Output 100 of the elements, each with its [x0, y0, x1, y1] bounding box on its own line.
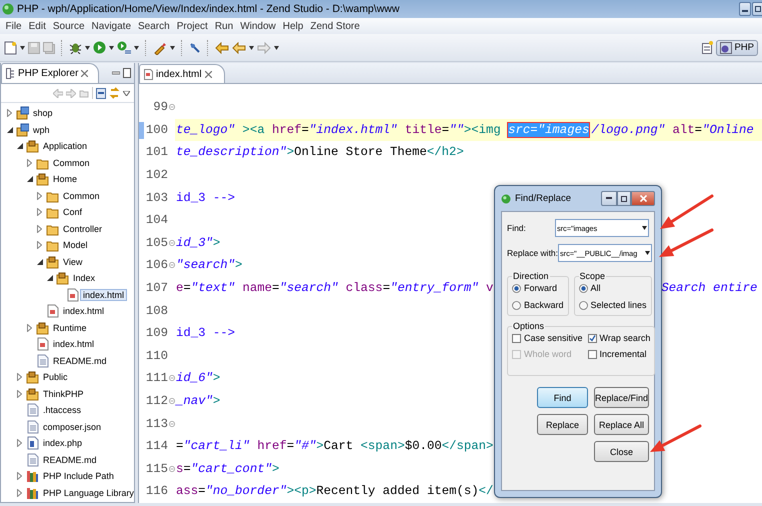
tree-item[interactable]: composer.json: [40, 420, 104, 433]
menu-item[interactable]: Source: [49, 20, 88, 32]
fold-icon[interactable]: [169, 420, 175, 427]
checkbox[interactable]: [588, 350, 597, 358]
menu-item[interactable]: Window: [236, 20, 280, 32]
fold-icon[interactable]: [169, 104, 175, 110]
collapsed-triangle-icon[interactable]: [37, 208, 42, 216]
tree-item[interactable]: Runtime: [50, 322, 90, 334]
minimize-button[interactable]: [601, 191, 617, 206]
radio-label[interactable]: All: [590, 283, 601, 293]
collapsed-triangle-icon[interactable]: [37, 241, 42, 250]
collapsed-triangle-icon[interactable]: [17, 472, 22, 480]
dropdown-caret-icon[interactable]: [109, 46, 114, 50]
radio-button[interactable]: [578, 284, 588, 292]
dialog-button[interactable]: Find: [537, 387, 588, 408]
tree-item[interactable]: .htaccess: [40, 404, 84, 416]
tree-item[interactable]: Model: [60, 239, 91, 252]
tree-item[interactable]: Common: [50, 156, 93, 169]
tree-item[interactable]: index.php: [40, 437, 86, 450]
dropdown-caret-icon[interactable]: [170, 46, 175, 50]
tree-item[interactable]: shop: [30, 107, 56, 120]
menu-item[interactable]: Search: [134, 20, 174, 32]
maximize-button[interactable]: [752, 2, 762, 16]
radio-button[interactable]: [512, 284, 521, 292]
dialog-button[interactable]: Replace/Find: [594, 387, 649, 408]
view-menu-icon[interactable]: [123, 90, 130, 96]
radio-label[interactable]: Forward: [524, 283, 558, 293]
tree-item[interactable]: Public: [40, 371, 71, 384]
dropdown-caret-icon[interactable]: [274, 46, 279, 50]
dropdown-caret-icon[interactable]: [134, 46, 139, 50]
dialog-button[interactable]: Replace: [537, 414, 588, 435]
tree-item[interactable]: Controller: [60, 222, 106, 235]
collapsed-triangle-icon[interactable]: [37, 192, 42, 200]
tree-item[interactable]: Index: [70, 272, 98, 284]
expanded-triangle-icon[interactable]: [37, 258, 43, 265]
new-file-icon[interactable]: [4, 40, 17, 54]
tree-item[interactable]: Home: [50, 173, 80, 186]
collapsed-triangle-icon[interactable]: [7, 109, 12, 118]
dropdown-caret-icon[interactable]: [249, 46, 254, 50]
tree-item[interactable]: PHP Include Path: [40, 470, 117, 482]
checkbox-label[interactable]: Case sensitive: [524, 333, 583, 343]
tree-item[interactable]: README.md: [40, 454, 100, 466]
checkbox[interactable]: [512, 334, 521, 342]
tree-item[interactable]: PHP Language Library: [40, 486, 134, 499]
maximize-button[interactable]: [617, 191, 631, 206]
menu-item[interactable]: File: [2, 20, 26, 32]
dialog-button[interactable]: Close: [594, 441, 649, 462]
collapsed-triangle-icon[interactable]: [27, 158, 32, 167]
tree-item[interactable]: Application: [40, 140, 90, 152]
tree-item[interactable]: index.html: [60, 305, 108, 318]
checkbox-label[interactable]: Incremental: [600, 349, 647, 359]
checkbox[interactable]: [588, 334, 597, 342]
menu-item[interactable]: Project: [173, 20, 212, 32]
bug-icon[interactable]: [69, 41, 82, 54]
run-icon[interactable]: [93, 41, 106, 54]
dropdown-caret-icon[interactable]: [645, 251, 650, 255]
editor-tab[interactable]: index.html: [139, 64, 225, 83]
maximize-icon[interactable]: [123, 68, 131, 78]
back-arrow-icon[interactable]: [215, 42, 229, 54]
tree-item[interactable]: README.md: [50, 354, 110, 367]
collapsed-triangle-icon[interactable]: [17, 488, 22, 497]
tree-item[interactable]: View: [60, 256, 86, 268]
minimize-icon[interactable]: [112, 69, 120, 77]
radio-button[interactable]: [512, 300, 521, 310]
tree-item[interactable]: index.html: [80, 288, 128, 301]
collapse-all-icon[interactable]: [96, 88, 106, 98]
fold-icon[interactable]: [169, 375, 175, 382]
dialog-button[interactable]: Replace All: [594, 414, 649, 435]
tree-item[interactable]: ThinkPHP: [40, 388, 87, 400]
expanded-triangle-icon[interactable]: [47, 275, 53, 282]
open-perspective-icon[interactable]: [702, 41, 714, 54]
menu-item[interactable]: Run: [211, 20, 237, 32]
close-icon[interactable]: [204, 70, 212, 78]
collapsed-triangle-icon[interactable]: [17, 390, 22, 398]
dropdown-caret-icon[interactable]: [642, 226, 647, 230]
collapsed-triangle-icon[interactable]: [17, 373, 22, 382]
expanded-triangle-icon[interactable]: [17, 143, 23, 150]
fold-icon[interactable]: [169, 262, 175, 268]
fold-icon[interactable]: [169, 398, 175, 404]
menu-item[interactable]: Zend Store: [306, 20, 364, 32]
minimize-button[interactable]: [739, 2, 751, 16]
dropdown-caret-icon[interactable]: [85, 46, 90, 50]
collapsed-triangle-icon[interactable]: [37, 224, 42, 233]
tree-item[interactable]: wph: [30, 124, 53, 136]
radio-button[interactable]: [578, 300, 588, 310]
menu-item[interactable]: Help: [279, 20, 307, 32]
close-icon[interactable]: [81, 70, 88, 77]
dropdown-caret-icon[interactable]: [20, 46, 25, 50]
menu-item[interactable]: Navigate: [88, 20, 135, 32]
collapsed-triangle-icon[interactable]: [27, 324, 32, 332]
run-configuration-icon[interactable]: [117, 40, 131, 54]
fold-icon[interactable]: [169, 466, 175, 472]
radio-label[interactable]: Backward: [524, 300, 564, 310]
menu-item[interactable]: Edit: [25, 20, 50, 32]
close-button[interactable]: [631, 191, 655, 206]
perspective-button[interactable]: PHP: [716, 40, 758, 56]
collapsed-triangle-icon[interactable]: [17, 439, 22, 448]
tree-item[interactable]: Common: [60, 190, 103, 202]
tree-item[interactable]: index.html: [50, 338, 98, 350]
expanded-triangle-icon[interactable]: [7, 126, 13, 133]
